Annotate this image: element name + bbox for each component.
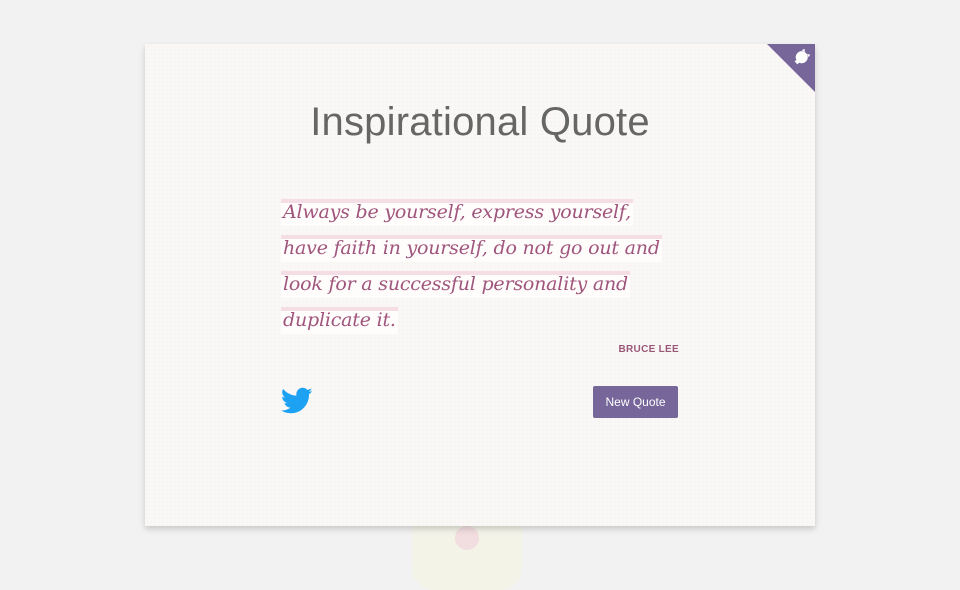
github-corner-icon[interactable]: [767, 44, 815, 92]
quote-text: Always be yourself, express yourself, ha…: [281, 194, 679, 338]
quote-author: BRUCE LEE: [618, 344, 679, 355]
quote-block: Always be yourself, express yourself, ha…: [281, 194, 679, 355]
new-quote-button[interactable]: New Quote: [593, 386, 678, 418]
quote-card: Inspirational Quote Always be yourself, …: [145, 44, 815, 526]
quote-text-content: Always be yourself, express yourself, ha…: [281, 199, 662, 334]
background-decoration-dot: [455, 526, 479, 550]
page-title: Inspirational Quote: [310, 100, 650, 144]
twitter-icon[interactable]: [281, 387, 313, 415]
